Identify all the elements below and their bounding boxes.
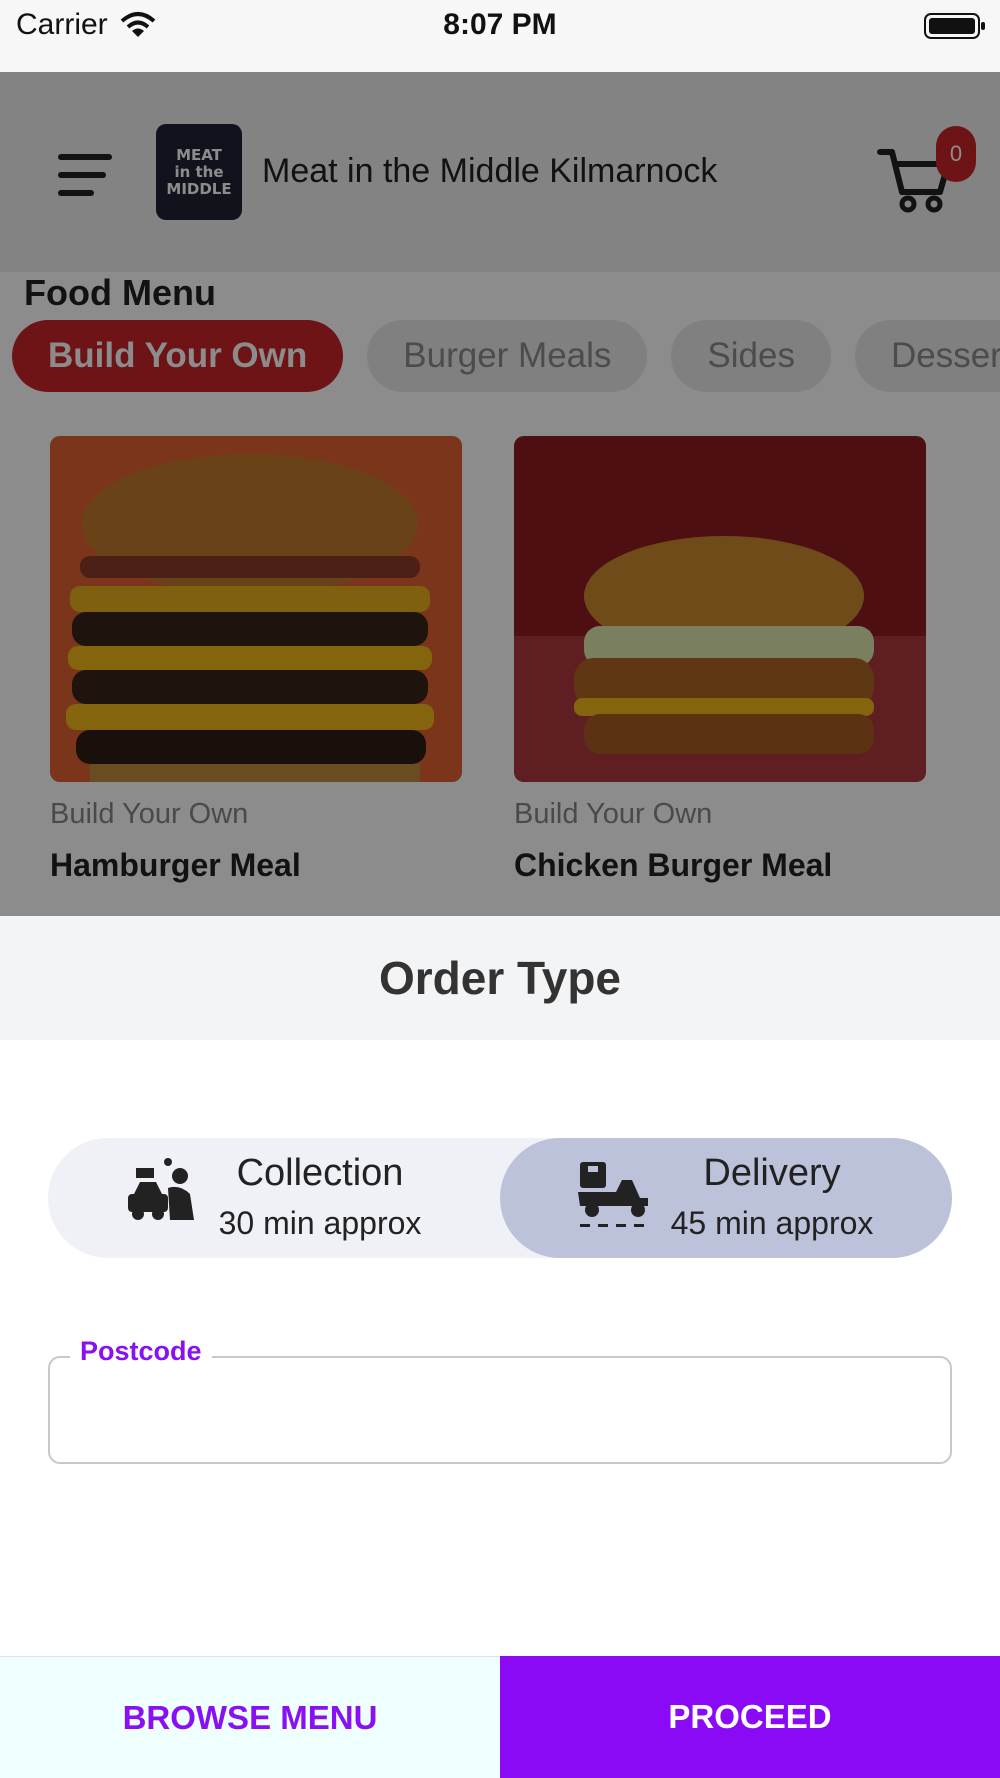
postcode-input[interactable]	[66, 1378, 926, 1442]
delivery-time: 45 min approx	[670, 1205, 874, 1241]
collection-car-icon	[128, 1158, 194, 1220]
app-header: MEAT in the MIDDLE Meat in the Middle Kilm…	[0, 72, 1000, 272]
item-category: Build Your Own	[514, 798, 713, 830]
tab-desserts[interactable]: Desserts	[854, 320, 1000, 392]
menu-item-card[interactable]: Build Your Own Chicken Burger Meal	[514, 436, 926, 884]
item-category: Build Your Own	[50, 798, 249, 830]
category-tabs: Build Your Own Burger Meals Sides Desser…	[12, 320, 1000, 392]
collection-option[interactable]: Collection 30 min approx	[48, 1138, 500, 1258]
delivery-scooter-icon	[578, 1162, 648, 1227]
collection-label: Collection	[236, 1152, 404, 1194]
chicken-burger-meal-image	[514, 436, 926, 782]
order-type-title: Order Type	[0, 916, 1000, 1040]
menu-title: Food Menu	[24, 272, 216, 313]
delivery-label: Delivery	[703, 1152, 841, 1194]
tab-build-your-own[interactable]: Build Your Own	[12, 320, 344, 392]
menu-icon[interactable]	[58, 154, 112, 198]
postcode-label: Postcode	[70, 1336, 212, 1367]
menu-item-card[interactable]: Build Your Own Hamburger Meal	[50, 436, 462, 884]
tab-sides[interactable]: Sides	[671, 320, 831, 392]
item-name: Hamburger Meal	[50, 847, 301, 883]
cart-count-badge: 0	[936, 126, 976, 182]
order-type-selector: Collection 30 min approx Delivery 45 min…	[48, 1138, 952, 1258]
order-type-sheet: Collection 30 min approx Delivery 45 min…	[0, 1040, 1000, 1656]
postcode-field: Postcode	[48, 1336, 952, 1464]
status-bar: Carrier 8:07 PM	[0, 0, 1000, 72]
item-name: Chicken Burger Meal	[514, 847, 833, 883]
collection-time: 30 min approx	[218, 1205, 422, 1241]
tab-burger-meals[interactable]: Burger Meals	[367, 320, 648, 392]
clock: 8:07 PM	[443, 8, 557, 41]
food-menu: Food Menu Build Your Own Burger Meals Si…	[0, 272, 1000, 916]
proceed-button[interactable]: PROCEED	[500, 1656, 1000, 1778]
delivery-option[interactable]: Delivery 45 min approx	[500, 1138, 952, 1258]
browse-menu-button[interactable]: BROWSE MENU	[0, 1656, 500, 1778]
store-name: Meat in the Middle Kilmarnock	[262, 152, 718, 190]
store-logo: MEAT in the MIDDLE	[156, 124, 242, 220]
hamburger-meal-image	[50, 436, 462, 782]
battery-icon	[924, 13, 985, 39]
